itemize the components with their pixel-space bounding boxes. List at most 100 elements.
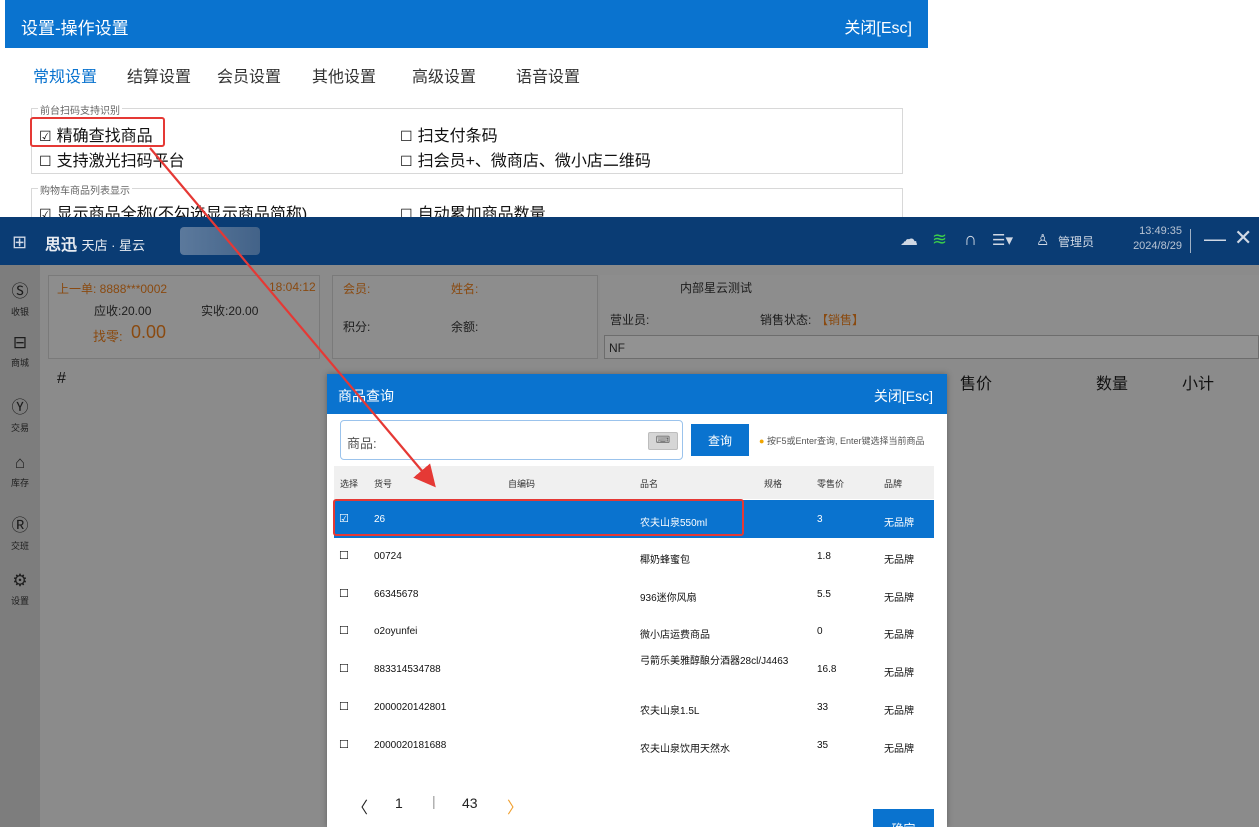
search-hint: ● 按F5或Enter查询, Enter键选择当前商品 [759, 434, 924, 447]
row-checkbox[interactable]: ☐ [339, 662, 349, 675]
pos-sidebar: Ⓢ 收银 ⊟ 商城 Ⓨ 交易 ⌂ 库存 Ⓡ 交班 ⚙ 设置 [0, 265, 40, 827]
pagination: 〈 1 | 43 〉 [327, 788, 947, 818]
user-icon[interactable]: ♙ [1036, 231, 1049, 249]
laser-scan-checkbox[interactable]: ☐ 支持激光扫码平台 [39, 147, 185, 171]
row-checkbox[interactable]: ☐ [339, 624, 349, 637]
tab-checkout[interactable]: 结算设置 [127, 63, 191, 87]
nav-cashier[interactable]: Ⓢ 收银 [0, 277, 40, 318]
member-panel: 会员: 姓名: 积分: 余额: [332, 275, 598, 359]
col-select: 选择 [340, 479, 359, 489]
nav-settings[interactable]: ⚙ 设置 [0, 571, 40, 607]
col-qty: 数量 [1096, 376, 1129, 393]
table-row[interactable]: ☐ 2000020142801 农夫山泉1.5L 33 无品牌 [334, 688, 934, 726]
close-icon[interactable]: ✕ [1234, 225, 1252, 251]
clerk-label: 营业员: [610, 313, 650, 327]
store-name-blurred [180, 227, 260, 255]
row-name: 微小店运费商品 [640, 630, 710, 641]
nav-mall[interactable]: ⊟ 商城 [0, 333, 40, 369]
headset-icon[interactable]: ∩ [964, 229, 977, 250]
settings-window: 设置-操作设置 关闭[Esc] 常规设置 结算设置 会员设置 其他设置 高级设置… [5, 0, 928, 228]
table-row[interactable]: ☐ 00724 椰奶蜂蜜包 1.8 无品牌 [334, 537, 934, 575]
col-self-code: 自编码 [508, 479, 536, 489]
table-row[interactable]: ☐ 2000020181688 农夫山泉饮用天然水 35 无品牌 [334, 726, 934, 764]
row-name: 936迷你风扇 [640, 593, 697, 604]
nav-label: 收银 [10, 307, 29, 317]
col-index: # [57, 370, 66, 387]
tab-advanced[interactable]: 高级设置 [412, 63, 476, 87]
group-legend: 前台扫码支持识别 [38, 102, 122, 117]
row-checkbox[interactable]: ☐ [339, 549, 349, 562]
last-order-panel: 上一单: 8888***0002 18:04:12 应收:20.00 实收:20… [48, 275, 320, 359]
scan-member-qr-checkbox[interactable]: ☐ 扫会员+、微商店、微小店二维码 [400, 147, 651, 171]
col-brand: 品牌 [884, 479, 903, 489]
col-price: 售价 [960, 376, 993, 393]
user-name[interactable]: 管理员 [1058, 233, 1094, 250]
checkbox-icon: ☐ [400, 153, 413, 169]
query-button[interactable]: 查询 [691, 424, 749, 456]
col-name: 品名 [640, 479, 659, 489]
cashier-icon: Ⓢ [11, 282, 29, 301]
row-name: 农夫山泉饮用天然水 [640, 744, 730, 755]
confirm-button[interactable]: 确定 [873, 809, 934, 827]
inventory-icon: ⌂ [14, 453, 26, 472]
received: 实收:20.00 [201, 304, 259, 318]
nav-transaction[interactable]: Ⓨ 交易 [0, 393, 40, 434]
row-price: 5.5 [817, 589, 831, 600]
row-code: o2oyunfei [374, 626, 418, 637]
transaction-icon: Ⓨ [11, 398, 29, 417]
sale-status-label: 销售状态: [760, 313, 812, 327]
menu-icon[interactable]: ☰▾ [992, 231, 1013, 249]
settings-icon: ⚙ [12, 571, 28, 590]
mall-icon: ⊟ [12, 333, 28, 352]
dialog-close-button[interactable]: 关闭[Esc] [874, 386, 933, 406]
barcode-input[interactable]: NF [604, 335, 1259, 359]
row-code: 883314534788 [374, 664, 441, 675]
hint-text: 按F5或Enter查询, Enter键选择当前商品 [766, 436, 925, 446]
row-code: 66345678 [374, 589, 419, 600]
product-search-box: 商品: ⌨ [340, 420, 683, 460]
minimize-icon[interactable]: — [1204, 226, 1226, 252]
row-code: 2000020181688 [374, 740, 447, 751]
row-checkbox[interactable]: ☐ [339, 738, 349, 751]
row-brand: 无品牌 [884, 630, 914, 641]
table-row[interactable]: ☐ 883314534788 弓箭乐美雅醇酿分酒器28cl/J4463 16.8… [334, 650, 934, 688]
name-label: 姓名: [451, 282, 479, 296]
col-subtotal: 小计 [1182, 376, 1215, 393]
wifi-icon: ≋ [932, 229, 948, 249]
app-logo: 思迅 天店 · 星云 [45, 231, 145, 255]
prev-page-icon[interactable]: 〈 [352, 794, 368, 818]
current-page: 1 [395, 795, 403, 811]
clock-date: 2024/8/29 [1133, 240, 1182, 252]
topbar-divider [1190, 229, 1191, 253]
settings-close-button[interactable]: 关闭[Esc] [844, 14, 912, 38]
cloud-sync-icon[interactable]: ☁ [900, 229, 918, 250]
total-pages: 43 [462, 795, 478, 811]
product-search-input[interactable] [391, 429, 631, 453]
row-price: 3 [817, 514, 823, 525]
bulb-icon: ● [759, 436, 765, 446]
points-label: 积分: [343, 320, 371, 334]
nav-shift[interactable]: Ⓡ 交班 [0, 511, 40, 552]
row-checkbox[interactable]: ☐ [339, 587, 349, 600]
logo-text: 思迅 [45, 237, 78, 254]
row-name: 弓箭乐美雅醇酿分酒器28cl/J4463 [640, 656, 789, 667]
settings-title: 设置-操作设置 [21, 19, 129, 38]
tab-member[interactable]: 会员设置 [217, 63, 281, 87]
table-row[interactable]: ☐ o2oyunfei 微小店运费商品 0 无品牌 [334, 612, 934, 650]
change-value: 0.00 [131, 322, 167, 342]
search-label: 商品: [347, 436, 377, 451]
pager-separator: | [432, 793, 436, 809]
apps-grid-icon[interactable]: ⊞ [12, 232, 27, 253]
table-row[interactable]: ☐ 66345678 936迷你风扇 5.5 无品牌 [334, 575, 934, 613]
tab-voice[interactable]: 语音设置 [516, 63, 580, 87]
row-checkbox[interactable]: ☐ [339, 700, 349, 713]
nav-inventory[interactable]: ⌂ 库存 [0, 453, 40, 489]
tab-general[interactable]: 常规设置 [33, 63, 97, 87]
tab-other[interactable]: 其他设置 [312, 63, 376, 87]
scan-payment-code-checkbox[interactable]: ☐ 扫支付条码 [400, 122, 498, 146]
product-query-dialog: 商品查询 关闭[Esc] 商品: ⌨ 查询 ● 按F5或Enter查询, Ent… [327, 374, 947, 827]
next-page-icon[interactable]: 〉 [507, 794, 523, 818]
checkbox-label: 扫会员+、微商店、微小店二维码 [417, 153, 651, 170]
keyboard-icon[interactable]: ⌨ [648, 432, 678, 450]
nav-label: 商城 [10, 358, 29, 368]
